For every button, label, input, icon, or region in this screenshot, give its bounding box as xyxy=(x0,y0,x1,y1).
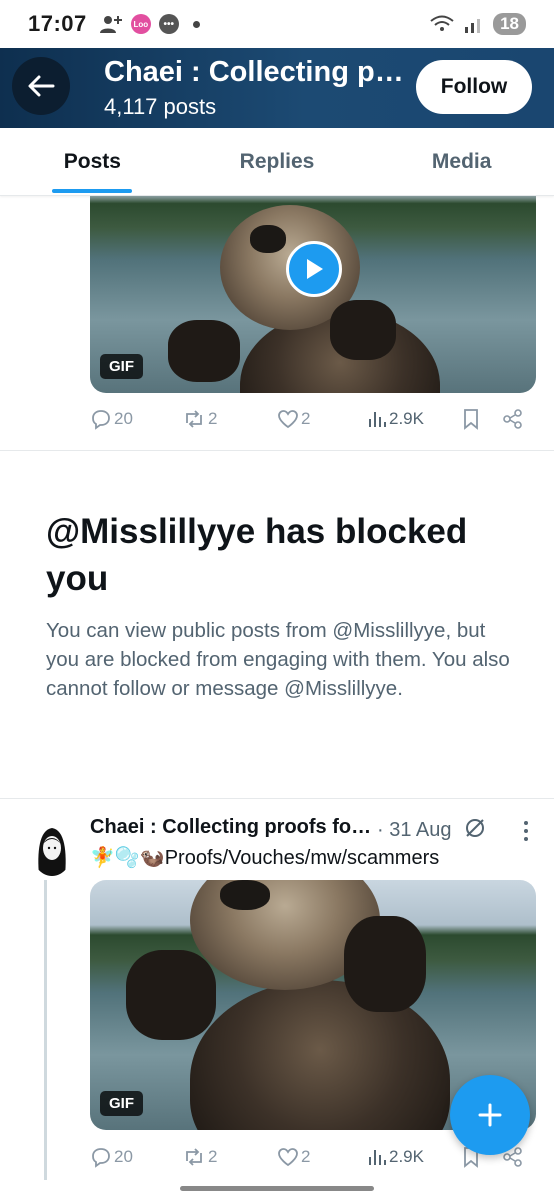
share-button[interactable] xyxy=(502,408,530,430)
repost-count: 2 xyxy=(208,1147,218,1166)
like-button[interactable]: 2 xyxy=(277,1147,367,1167)
gif-badge: GIF xyxy=(100,1091,143,1116)
more-notifications-dot-icon xyxy=(192,20,200,28)
play-icon xyxy=(307,259,323,279)
plus-icon xyxy=(478,1103,502,1127)
grok-icon xyxy=(466,819,485,837)
posts-count: 4,117 posts xyxy=(104,94,217,119)
divider xyxy=(0,798,554,799)
chat-notification-icon: ••• xyxy=(158,14,179,34)
post-text: 🧚🫧🦦Proofs/Vouches/mw/scammers xyxy=(90,847,440,869)
reply-count: 20 xyxy=(114,409,133,428)
avatar[interactable] xyxy=(31,822,73,876)
post-actions: 20 2 2 2.9K xyxy=(90,404,530,434)
status-bar: 17:07 Loo ••• 18 xyxy=(0,0,554,48)
status-time: 17:07 xyxy=(28,11,87,36)
profile-header: Chaei : Collecting proofs 4,117 posts Fo… xyxy=(0,48,554,128)
compose-post-button[interactable] xyxy=(450,1075,530,1155)
follow-button[interactable]: Follow xyxy=(416,60,532,114)
repost-button[interactable]: 2 xyxy=(182,408,277,430)
status-system-icons: 18 xyxy=(429,13,526,35)
reply-icon xyxy=(92,410,110,430)
tab-label: Media xyxy=(431,149,492,173)
otter-nose-shape xyxy=(250,225,286,253)
views-button[interactable]: 2.9K xyxy=(367,409,462,429)
blocked-notice-body: You can view public posts from @Misslill… xyxy=(46,619,510,700)
reply-button[interactable]: 20 xyxy=(90,408,182,430)
profile-name: Chaei : Collecting proofs xyxy=(104,56,404,88)
more-dot-icon xyxy=(524,829,528,833)
repost-icon xyxy=(186,1148,202,1166)
back-button[interactable] xyxy=(12,57,70,115)
repost-icon xyxy=(186,410,202,428)
post-author-name[interactable]: Chaei : Collecting proofs for scammers xyxy=(90,816,374,839)
heart-icon xyxy=(278,410,298,429)
views-icon xyxy=(369,1150,386,1165)
post-actions: 20 2 2 2.9K xyxy=(90,1142,530,1172)
views-icon xyxy=(369,412,386,427)
thread-line xyxy=(44,880,47,1180)
otter-nose-shape xyxy=(220,880,270,910)
repost-button[interactable]: 2 xyxy=(182,1146,277,1168)
tab-posts[interactable]: Posts xyxy=(0,128,185,195)
post-date-text: · 31 Aug xyxy=(377,819,452,841)
profile-tabs: Posts Replies Media xyxy=(0,128,554,196)
more-dot-icon xyxy=(524,837,528,841)
views-button[interactable]: 2.9K xyxy=(367,1147,462,1167)
tab-label: Replies xyxy=(239,149,315,173)
gif-badge: GIF xyxy=(100,354,143,379)
like-count: 2 xyxy=(301,1147,311,1166)
like-button[interactable]: 2 xyxy=(277,409,367,429)
share-icon xyxy=(503,409,522,429)
otter-paw-shape xyxy=(168,320,240,382)
heart-icon xyxy=(278,1148,298,1167)
views-count: 2.9K xyxy=(389,409,424,428)
otter-paw-shape xyxy=(344,916,426,1012)
like-count: 2 xyxy=(301,409,311,428)
wifi-icon xyxy=(430,15,454,31)
tab-label: Posts xyxy=(63,149,121,173)
play-button[interactable] xyxy=(286,241,342,297)
more-dot-icon xyxy=(524,821,528,825)
avatar-portrait-icon xyxy=(31,822,73,876)
reply-icon xyxy=(92,1148,110,1168)
reply-count: 20 xyxy=(114,1147,133,1166)
bookmark-button[interactable] xyxy=(462,408,502,430)
active-tab-indicator xyxy=(52,189,133,193)
battery-indicator: 18 xyxy=(493,13,526,35)
post-date[interactable]: · 31 Aug xyxy=(377,816,487,842)
views-count: 2.9K xyxy=(389,1147,424,1166)
home-indicator[interactable] xyxy=(180,1186,374,1191)
profile-screen: 17:07 Loo ••• 18 Chaei : Collecting proo… xyxy=(0,0,554,1200)
otter-paw-shape xyxy=(330,300,396,360)
divider xyxy=(0,450,554,451)
tab-replies[interactable]: Replies xyxy=(185,128,370,195)
add-contact-icon xyxy=(99,16,122,33)
reply-button[interactable]: 20 xyxy=(90,1146,182,1168)
back-arrow-icon xyxy=(28,75,55,97)
otter-paw-shape xyxy=(126,950,216,1040)
more-options-button[interactable] xyxy=(516,818,536,844)
app-notification-icon: Loo xyxy=(130,14,151,34)
status-notification-icons: Loo ••• xyxy=(99,13,200,35)
repost-count: 2 xyxy=(208,409,218,428)
bookmark-icon xyxy=(464,409,478,430)
signal-icon xyxy=(465,19,481,33)
tab-media[interactable]: Media xyxy=(369,128,554,195)
blocked-notice-title: @Misslillyye has blocked you xyxy=(46,512,468,598)
